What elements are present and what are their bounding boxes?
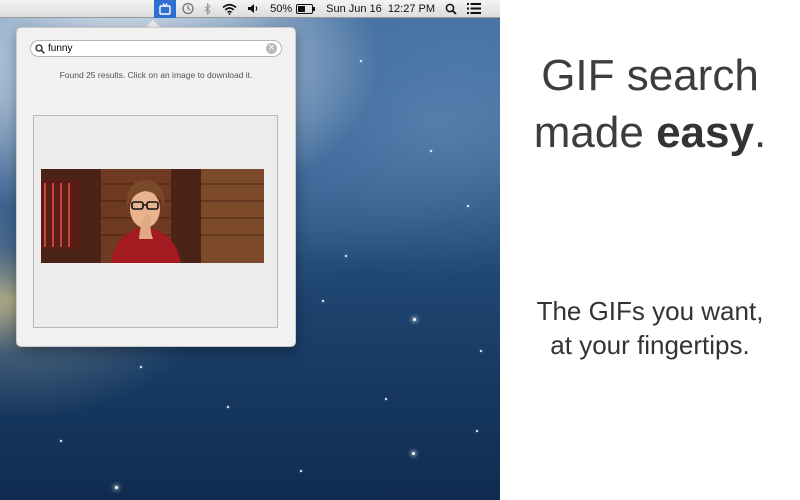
battery-icon	[296, 3, 316, 14]
headline-line-2-suffix: .	[753, 108, 767, 157]
headline-line-2-prefix: made	[533, 108, 657, 157]
time-machine-icon	[182, 2, 194, 15]
star	[300, 470, 302, 472]
wifi-menu[interactable]	[217, 0, 242, 18]
notification-center-icon	[467, 3, 481, 14]
search-input[interactable]	[45, 41, 266, 56]
star	[360, 60, 362, 62]
headline-line-2: made easy.	[500, 104, 800, 161]
clock-menu[interactable]: Sun Jun 16 12:27 PM	[321, 0, 440, 18]
gif-app-menu-extra[interactable]	[154, 0, 177, 18]
gif-search-popover: × Found 25 results. Click on an image to…	[16, 27, 296, 347]
headline-line-1: GIF search	[541, 51, 759, 100]
results-grid	[33, 115, 278, 328]
star	[413, 318, 416, 321]
star	[322, 300, 324, 302]
star	[140, 366, 142, 368]
spotlight-menu[interactable]	[440, 0, 462, 18]
wifi-icon	[222, 3, 237, 15]
star	[430, 150, 432, 152]
menu-bar: 50% Sun Jun 16 12:27 PM	[0, 0, 500, 18]
gif-thumbnail-image	[41, 169, 264, 263]
search-field[interactable]: ×	[30, 40, 282, 57]
bluetooth-menu[interactable]	[199, 0, 217, 18]
star	[227, 406, 229, 408]
headline-emphasis: easy	[656, 108, 754, 157]
tagline-line-2: at your fingertips.	[550, 330, 750, 360]
headline: GIF search made easy.	[500, 47, 800, 161]
search-icon	[35, 43, 45, 54]
results-status: Found 25 results. Click on an image to d…	[59, 70, 253, 80]
spotlight-icon	[445, 3, 457, 15]
gif-app-icon	[159, 2, 171, 15]
tagline-line-1: The GIFs you want,	[536, 296, 764, 326]
time-machine-menu[interactable]	[176, 0, 199, 18]
star	[467, 205, 469, 207]
clear-search-button[interactable]: ×	[266, 43, 277, 54]
star	[480, 350, 482, 352]
clock-datetime: Sun Jun 16 12:27 PM	[326, 2, 435, 15]
volume-menu[interactable]	[242, 0, 265, 18]
star	[60, 440, 62, 442]
star	[412, 452, 415, 455]
tagline: The GIFs you want, at your fingertips.	[500, 294, 800, 362]
battery-percent: 50%	[270, 2, 293, 15]
star	[115, 486, 118, 489]
bluetooth-icon	[204, 2, 211, 15]
gif-result-thumbnail[interactable]	[41, 169, 264, 263]
volume-icon	[248, 4, 258, 13]
notification-center-menu[interactable]	[462, 0, 486, 18]
battery-menu[interactable]: 50%	[265, 0, 321, 18]
star	[345, 255, 347, 257]
star	[385, 398, 387, 400]
star	[476, 430, 478, 432]
